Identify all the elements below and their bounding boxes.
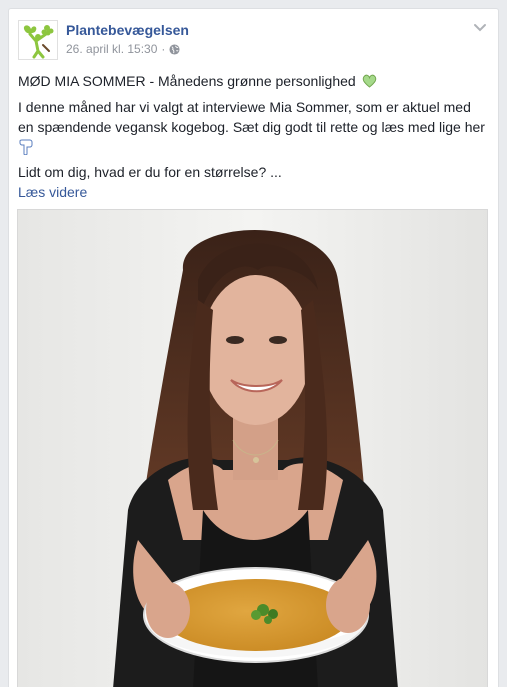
read-more-link[interactable]: Læs videre: [18, 182, 489, 202]
page-name-link[interactable]: Plantebevægelsen: [66, 22, 189, 38]
teaser-text: Lidt om dig, hvad er du for en størrelse…: [18, 164, 282, 180]
globe-icon[interactable]: [169, 43, 180, 55]
post-teaser: Lidt om dig, hvad er du for en størrelse…: [18, 162, 489, 202]
green-heart-icon: [362, 74, 376, 88]
body-text: I denne måned har vi valgt at interviewe…: [18, 99, 485, 135]
post-headline: MØD MIA SOMMER - Månedens grønne personl…: [18, 71, 489, 91]
post-meta: 26. april kl. 15:30 ·: [66, 42, 180, 56]
plant-logo-icon: [19, 21, 57, 59]
post-body: I denne måned har vi valgt at interviewe…: [18, 97, 489, 157]
pointing-down-icon: [19, 139, 33, 156]
post-card: Plantebevægelsen 26. april kl. 15:30 · M…: [8, 8, 499, 687]
photo-woman-soup: [18, 210, 487, 687]
headline-text: MØD MIA SOMMER - Månedens grønne personl…: [18, 73, 356, 89]
chevron-down-icon[interactable]: [473, 23, 487, 33]
meta-separator: ·: [161, 42, 166, 56]
post-timestamp[interactable]: 26. april kl. 15:30: [66, 42, 157, 56]
page-avatar[interactable]: [18, 20, 58, 60]
post-photo[interactable]: [17, 209, 488, 687]
